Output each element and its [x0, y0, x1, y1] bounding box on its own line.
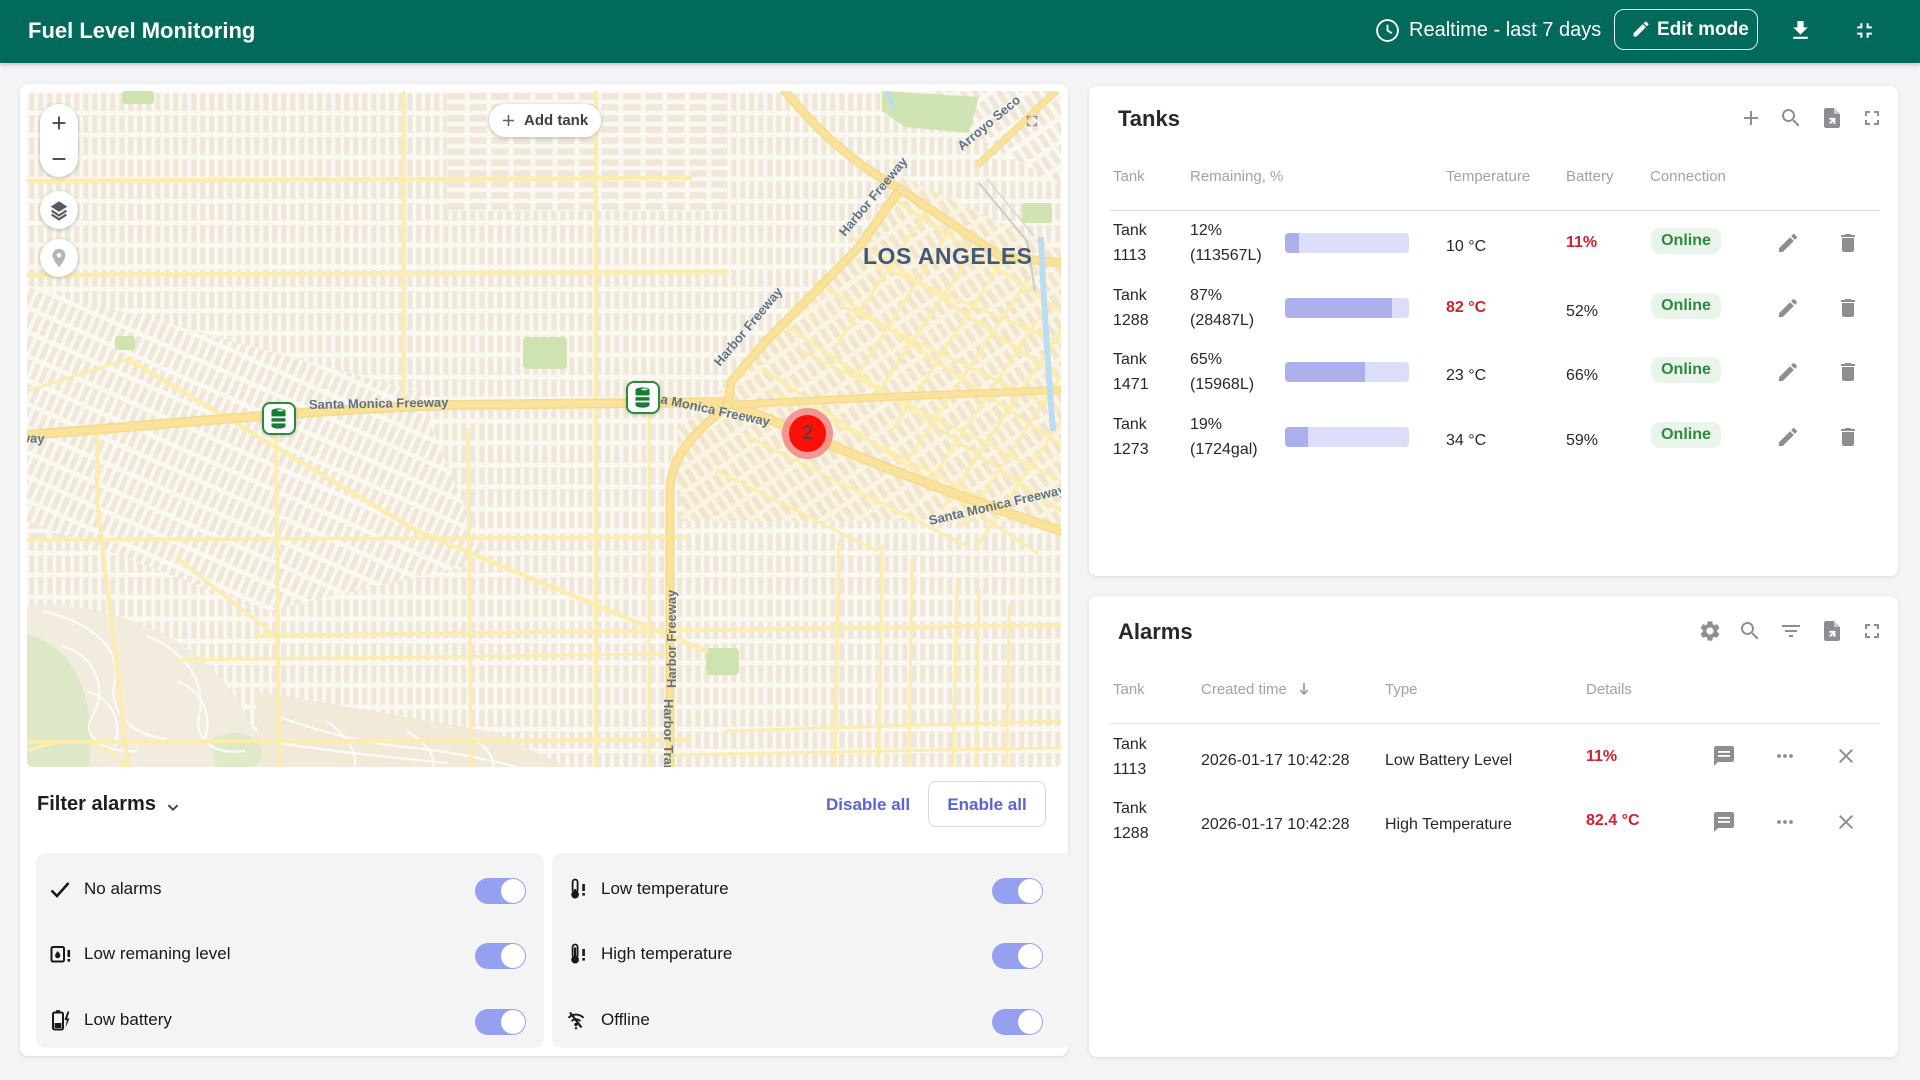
svg-text:LOS ANGELES: LOS ANGELES: [863, 243, 1033, 269]
svg-text:Harbor Freeway: Harbor Freeway: [664, 589, 679, 688]
svg-text:Harbor Transitway: Harbor Transitway: [661, 699, 676, 767]
svg-text:Santa Monica Freeway: Santa Monica Freeway: [309, 395, 449, 412]
